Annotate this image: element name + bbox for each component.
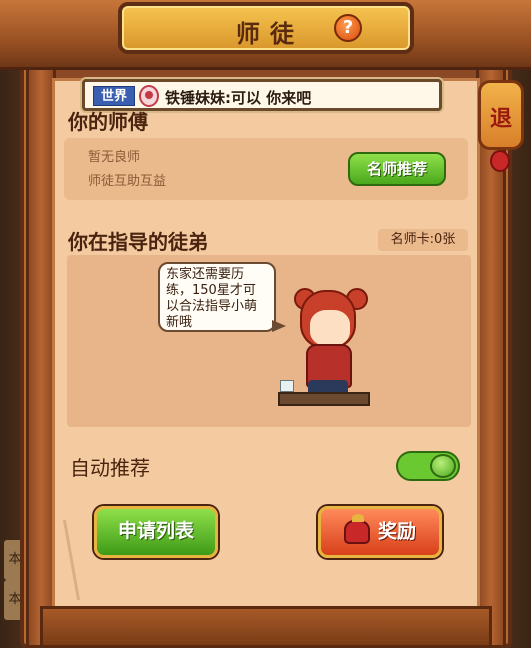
pin-icon bbox=[139, 85, 159, 107]
title-plaque: 师徒 ? bbox=[118, 2, 414, 54]
auto-recommend-label: 自动推荐 bbox=[70, 456, 150, 480]
speech-bubble: 东家还需要历练，150星才可以合法指导小萌新哦 bbox=[158, 262, 286, 332]
apprentice-section-title: 你在指导的徒弟 bbox=[68, 230, 208, 254]
master-card-count: 名师卡:0张 bbox=[378, 229, 468, 251]
chat-channel-badge: 世界 bbox=[93, 86, 135, 106]
chat-message: 铁锤妹妹:可以 你来吧 bbox=[165, 89, 312, 107]
character-face bbox=[310, 310, 350, 346]
master-status: 暂无良师 bbox=[88, 150, 141, 165]
gift-bag-icon bbox=[343, 513, 370, 544]
reward-button[interactable]: 奖励 bbox=[318, 506, 442, 558]
toggle-knob bbox=[430, 454, 456, 478]
help-button[interactable]: ? bbox=[334, 14, 362, 42]
character-illustration bbox=[270, 280, 380, 420]
exit-label: 退 bbox=[489, 107, 512, 132]
master-subtitle: 师徒互助互益 bbox=[88, 174, 167, 189]
reward-button-label: 奖励 bbox=[377, 520, 416, 543]
auto-recommend-toggle[interactable] bbox=[396, 451, 460, 481]
recommend-master-button[interactable]: 名师推荐 bbox=[348, 152, 446, 186]
bench bbox=[278, 392, 370, 406]
frame-bottom-beam bbox=[40, 606, 492, 648]
exit-button[interactable]: 退 bbox=[478, 80, 524, 150]
master-section-title: 你的师傅 bbox=[68, 110, 148, 134]
tassel-icon bbox=[490, 150, 510, 172]
page-title: 师徒 bbox=[236, 20, 304, 48]
tea-cup-icon bbox=[280, 380, 294, 392]
apply-list-button[interactable]: 申请列表 bbox=[94, 506, 218, 558]
